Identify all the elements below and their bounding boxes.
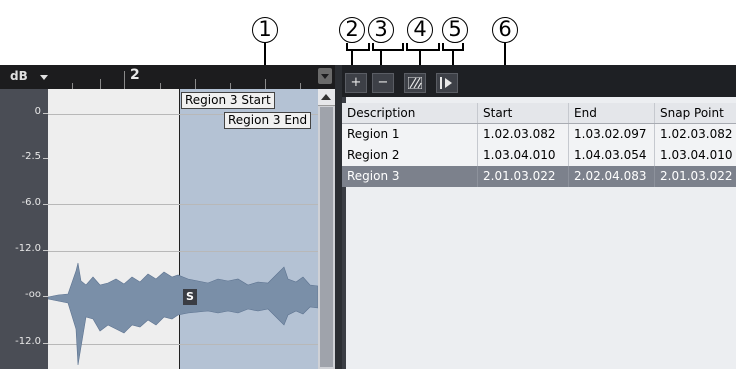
waveform	[48, 262, 318, 366]
scroll-up-icon[interactable]	[318, 89, 335, 106]
add-region-button[interactable]: +	[345, 73, 367, 93]
table-row[interactable]: Region 1 1.02.03.082 1.03.02.097 1.02.03…	[342, 124, 736, 145]
region-start[interactable]: 1.03.04.010	[478, 145, 569, 166]
scale-label: -12.0	[15, 243, 41, 254]
region-description[interactable]: Region 3	[342, 166, 478, 187]
panel-divider[interactable]	[335, 65, 342, 369]
snap-point-marker[interactable]: S	[183, 289, 197, 305]
vertical-scrollbar[interactable]	[318, 89, 335, 369]
ruler-bar-number: 2	[130, 67, 140, 83]
callout-1: 1	[252, 17, 278, 43]
table-row[interactable]: Region 2 1.03.04.010 1.04.03.054 1.03.04…	[342, 145, 736, 166]
select-region-icon	[408, 77, 422, 89]
callout-3-bracket	[372, 43, 404, 51]
remove-region-button[interactable]: −	[372, 73, 394, 93]
play-region-button[interactable]	[436, 73, 458, 93]
region-description[interactable]: Region 2	[342, 145, 478, 166]
callout-2-bracket	[346, 43, 370, 51]
region-description[interactable]: Region 1	[342, 124, 478, 145]
region-end-label: Region 3 End	[224, 112, 312, 129]
select-region-button[interactable]	[404, 73, 426, 93]
callout-2: 2	[339, 17, 365, 43]
region-snap-point[interactable]: 1.02.03.082	[655, 124, 736, 145]
column-header-snap-point[interactable]: Snap Point	[655, 103, 736, 123]
region-end[interactable]: 1.03.02.097	[569, 124, 655, 145]
region-toolbar: + −	[342, 65, 736, 97]
scale-label: -12.0	[15, 336, 41, 347]
callout-4: 4	[407, 17, 433, 43]
waveform-display[interactable]	[48, 89, 318, 369]
scale-label: -6.0	[21, 197, 41, 208]
scale-label: 0	[34, 106, 41, 117]
callout-4-bracket	[406, 43, 440, 51]
region-end[interactable]: 2.02.04.083	[569, 166, 655, 187]
level-scale: 0 -2.5 -6.0 -12.0 -oo -12.0	[0, 89, 48, 369]
collapse-menu-button[interactable]	[318, 68, 332, 84]
region-start-label: Region 3 Start	[181, 92, 275, 109]
region-snap-point[interactable]: 2.01.03.022	[655, 166, 736, 187]
column-header-description[interactable]: Description	[342, 103, 478, 123]
region-start[interactable]: 2.01.03.022	[478, 166, 569, 187]
callout-5: 5	[442, 17, 468, 43]
db-scale-selector[interactable]: dB	[10, 69, 28, 83]
region-end[interactable]: 1.04.03.054	[569, 145, 655, 166]
callout-6: 6	[492, 17, 518, 43]
region-list-table: Description Start End Snap Point Region …	[342, 103, 736, 187]
table-row-selected[interactable]: Region 3 2.01.03.022 2.02.04.083 2.01.03…	[342, 166, 736, 187]
scroll-thumb[interactable]	[320, 107, 333, 367]
region-start[interactable]: 1.02.03.082	[478, 124, 569, 145]
region-snap-point[interactable]: 1.03.04.010	[655, 145, 736, 166]
play-region-icon	[440, 77, 452, 89]
editor-ruler[interactable]: dB 2	[0, 65, 335, 89]
chevron-down-icon[interactable]	[40, 75, 48, 80]
scale-label: -oo	[24, 289, 41, 300]
column-header-end[interactable]: End	[569, 103, 655, 123]
scale-label: -2.5	[21, 151, 41, 162]
column-header-start[interactable]: Start	[478, 103, 569, 123]
table-header: Description Start End Snap Point	[342, 103, 736, 124]
callout-3: 3	[368, 17, 394, 43]
